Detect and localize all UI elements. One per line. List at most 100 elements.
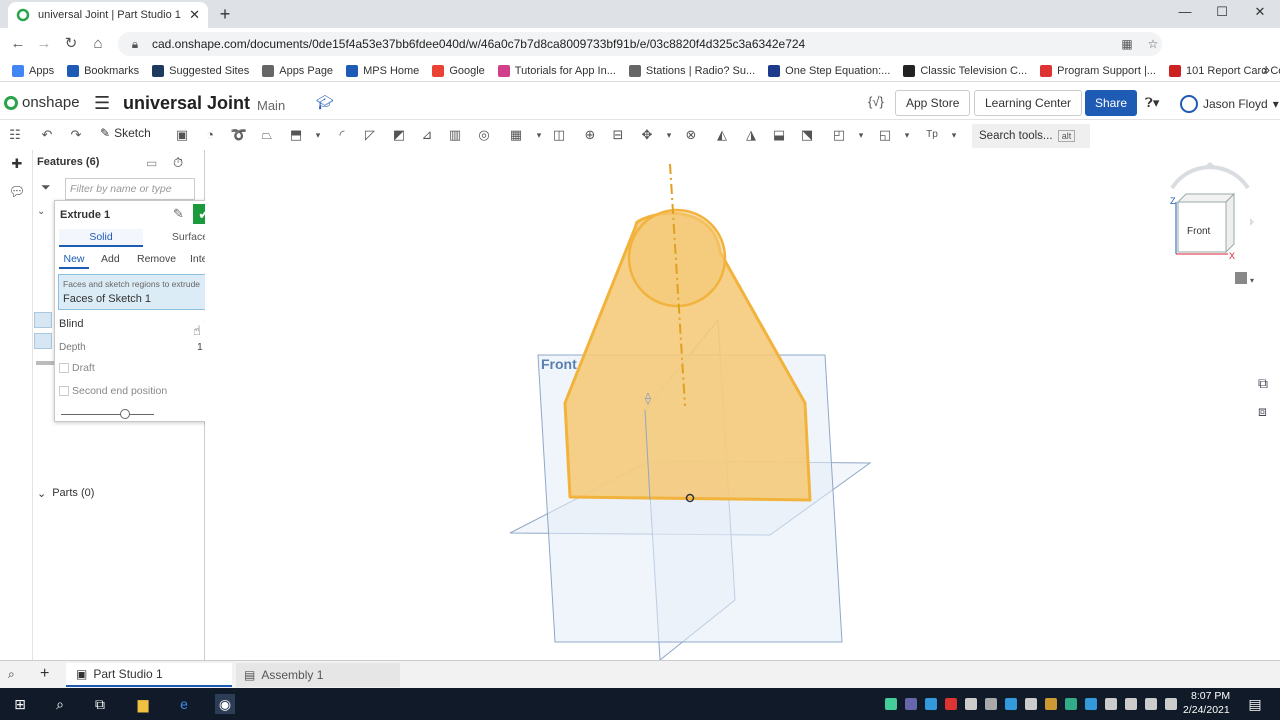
timer-icon[interactable]: ⏱︎	[173, 155, 183, 171]
mirror-icon[interactable]: ◫	[550, 126, 568, 144]
forward-icon[interactable]: →	[34, 34, 54, 54]
tray-icon[interactable]	[985, 698, 997, 710]
qr-icon[interactable]: ▦	[1118, 37, 1136, 51]
chevron-down-icon[interactable]: ▾	[945, 126, 963, 144]
mass-properties-icon[interactable]: ⧈	[1258, 403, 1267, 420]
tab-solid[interactable]: Solid	[59, 229, 143, 247]
boolean-icon[interactable]: ⊕	[581, 126, 599, 144]
sketch-feature-icon[interactable]	[34, 312, 52, 328]
display-tray-icon[interactable]	[1165, 698, 1177, 710]
undo-icon[interactable]: ↶	[38, 126, 56, 144]
chamfer-icon[interactable]: ◸	[361, 126, 379, 144]
star-icon[interactable]: ☆	[1144, 37, 1162, 51]
render-mode-icon[interactable]	[1235, 272, 1247, 284]
draft-icon[interactable]: ◩	[390, 126, 408, 144]
keyboard-tray-icon[interactable]	[1145, 698, 1157, 710]
feature-list-icon[interactable]: ☷	[6, 126, 24, 144]
pattern-icon[interactable]: ▦	[507, 126, 525, 144]
draft-checkbox[interactable]	[59, 363, 69, 373]
replace-face-icon[interactable]: ◮	[742, 126, 760, 144]
help-icon[interactable]: ❓︎▾	[1145, 95, 1159, 111]
bookmark-apps-page[interactable]: Apps Page	[262, 64, 333, 77]
browser-tab-active[interactable]: universal Joint | Part Studio 1 ✕	[8, 2, 208, 28]
arrow-up-icon[interactable]	[1205, 162, 1215, 166]
tab-assembly-1[interactable]: ▤ Assembly 1	[236, 663, 400, 687]
app-store-button[interactable]: App Store	[895, 90, 971, 116]
preview-slider-handle[interactable]	[120, 409, 130, 419]
bookmark-google[interactable]: Google	[432, 64, 485, 77]
share-button[interactable]: Share	[1085, 90, 1137, 116]
hole-icon[interactable]: ◎	[475, 126, 493, 144]
bookmark-suggested-sites[interactable]: Suggested Sites	[152, 64, 249, 77]
chevron-down-icon[interactable]: ▾	[309, 126, 327, 144]
onshape-logo[interactable]: onshape	[4, 94, 80, 111]
chevron-down-icon[interactable]: ▾	[660, 126, 678, 144]
feature-rollback-bar[interactable]	[36, 361, 54, 365]
bookmark-stations[interactable]: Stations | Radio? Su...	[628, 64, 755, 77]
shell-icon[interactable]: ▥	[446, 126, 464, 144]
bookmark-apps[interactable]: Apps	[12, 64, 54, 77]
redo-icon[interactable]: ↷	[67, 126, 85, 144]
loft-icon[interactable]: ⏢	[258, 126, 276, 144]
tray-icon[interactable]	[965, 698, 977, 710]
clock-time[interactable]: 8:07 PM	[1191, 690, 1230, 702]
revolve-icon[interactable]: ◔	[201, 126, 219, 144]
back-icon[interactable]: ←	[8, 34, 28, 54]
document-title[interactable]: universal Joint	[123, 93, 250, 114]
variables-icon[interactable]: {√}	[868, 94, 884, 109]
operation-remove[interactable]: Remove	[137, 253, 176, 269]
tp-icon[interactable]: Tp	[923, 126, 941, 144]
arrow-right-icon[interactable]	[1250, 218, 1254, 226]
add-user-icon[interactable]: ✚	[8, 156, 26, 174]
bookmarks-more-icon[interactable]: »	[1263, 62, 1270, 77]
cube-top-face[interactable]	[1176, 193, 1236, 203]
acrobat-tray-icon[interactable]	[945, 698, 957, 710]
tray-icon[interactable]	[925, 698, 937, 710]
appearance-panel-icon[interactable]: ⧉	[1258, 375, 1268, 392]
education-cap-icon[interactable]: 🎓︎	[316, 94, 334, 111]
rename-pencil-icon[interactable]: ✎	[173, 206, 184, 222]
parts-header[interactable]: ⌄ Parts (0)	[37, 487, 94, 500]
mate-connector-icon[interactable]: ◱	[876, 126, 894, 144]
split-icon[interactable]: ⊟	[609, 126, 627, 144]
cube-right-face[interactable]	[1225, 192, 1235, 254]
transform-icon[interactable]: ✥	[638, 126, 656, 144]
clock-date[interactable]: 2/24/2021	[1183, 704, 1230, 716]
tab-part-studio-1[interactable]: ▣ Part Studio 1	[66, 663, 232, 687]
url-field[interactable]: 🔒︎ cad.onshape.com/documents/0de15f4a53e…	[118, 32, 1162, 56]
view-cube[interactable]: Front Z X ▾	[1160, 160, 1260, 290]
bookmark-classic-tv[interactable]: Classic Television C...	[903, 64, 1027, 77]
chevron-down-icon[interactable]: ▾	[530, 126, 548, 144]
bookmark-bookmarks[interactable]: Bookmarks	[67, 64, 139, 77]
user-menu[interactable]: Jason Floyd ▾	[1180, 95, 1279, 113]
preview-slider-track[interactable]	[61, 414, 154, 415]
extrude-feature-icon[interactable]	[34, 333, 52, 349]
tray-icon[interactable]	[1065, 698, 1077, 710]
tab-close-icon[interactable]: ✕	[189, 7, 200, 23]
home-icon[interactable]: ⌂	[88, 34, 108, 54]
task-view-icon[interactable]: ⧉	[90, 694, 110, 714]
end-type-select[interactable]: Blind	[59, 318, 83, 330]
plane-tool-icon[interactable]: ◰	[830, 126, 848, 144]
chevron-down-icon[interactable]: ⌄	[37, 206, 45, 217]
close-window-button[interactable]: ✕	[1245, 4, 1275, 24]
search-icon[interactable]: ⌕	[50, 694, 70, 714]
tray-icon[interactable]	[905, 698, 917, 710]
notifications-icon[interactable]: ▤	[1245, 694, 1265, 714]
tray-icon[interactable]	[1025, 698, 1037, 710]
filter-icon[interactable]: ⏷	[41, 180, 51, 195]
sketch-button[interactable]: ✎ Sketch	[100, 126, 151, 140]
comments-icon[interactable]: 💬︎	[8, 184, 26, 202]
feature-filter-input[interactable]: Filter by name or type	[65, 178, 195, 200]
bookmark-one-step[interactable]: One Step Equation:...	[768, 64, 890, 77]
maximize-button[interactable]: ☐	[1207, 4, 1237, 24]
rib-icon[interactable]: ⊿	[418, 126, 436, 144]
minimize-button[interactable]: —	[1170, 4, 1200, 24]
document-menu-icon[interactable]: ☰	[94, 93, 110, 114]
wifi-tray-icon[interactable]	[1105, 698, 1117, 710]
chrome-icon[interactable]: ◉	[215, 694, 235, 714]
view-arc-icon[interactable]	[1170, 165, 1250, 190]
bookmark-tutorials[interactable]: Tutorials for App In...	[497, 64, 616, 77]
learning-center-button[interactable]: Learning Center	[974, 90, 1083, 116]
fillet-icon[interactable]: ◜	[333, 126, 351, 144]
